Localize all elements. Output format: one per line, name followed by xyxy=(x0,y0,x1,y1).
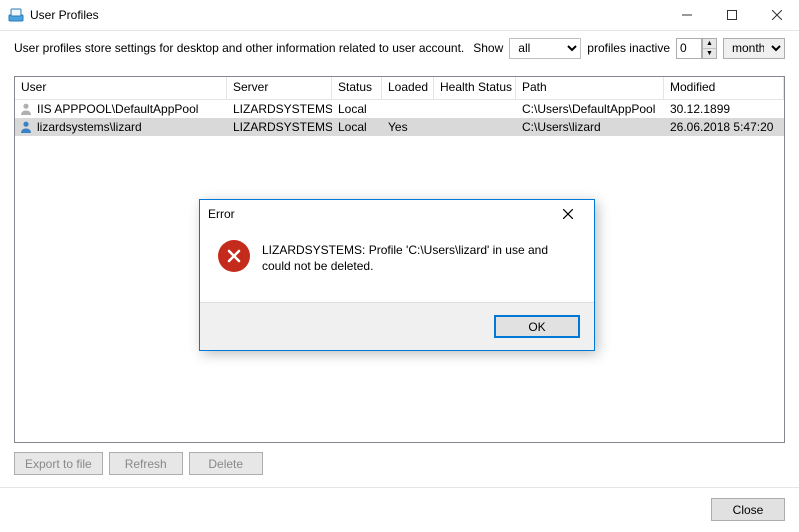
maximize-button[interactable] xyxy=(709,1,754,30)
delete-button[interactable]: Delete xyxy=(189,452,263,475)
column-server[interactable]: Server xyxy=(227,77,332,100)
inactive-input[interactable] xyxy=(676,38,702,59)
refresh-button[interactable]: Refresh xyxy=(109,452,183,475)
dialog-footer: OK xyxy=(200,302,594,350)
app-icon xyxy=(8,7,24,23)
window-controls xyxy=(664,1,799,30)
minimize-button[interactable] xyxy=(664,1,709,30)
cell-modified: 30.12.1899 xyxy=(664,102,784,116)
unit-select[interactable]: months xyxy=(723,38,785,59)
cell-server: LIZARDSYSTEMS xyxy=(227,120,332,134)
titlebar: User Profiles xyxy=(0,0,799,31)
column-user[interactable]: User xyxy=(15,77,227,100)
error-icon xyxy=(218,240,250,272)
export-button[interactable]: Export to file xyxy=(14,452,103,475)
cell-user-text: IIS APPPOOL\DefaultAppPool xyxy=(37,102,198,116)
spinner-up-icon[interactable]: ▲ xyxy=(703,39,716,48)
cell-status: Local xyxy=(332,120,382,134)
cell-user: lizardsystems\lizard xyxy=(15,120,227,134)
description-text: User profiles store settings for desktop… xyxy=(14,41,464,55)
column-loaded[interactable]: Loaded xyxy=(382,77,434,100)
cell-loaded: Yes xyxy=(382,120,434,134)
cell-user-text: lizardsystems\lizard xyxy=(37,120,142,134)
show-select[interactable]: all xyxy=(509,38,581,59)
close-icon xyxy=(563,209,573,219)
dialog-message: LIZARDSYSTEMS: Profile 'C:\Users\lizard'… xyxy=(262,240,576,294)
dialog-body: LIZARDSYSTEMS: Profile 'C:\Users\lizard'… xyxy=(200,228,594,302)
table-rows: IIS APPPOOL\DefaultAppPoolLIZARDSYSTEMSL… xyxy=(15,100,784,136)
action-button-row: Export to file Refresh Delete xyxy=(14,452,263,475)
cell-status: Local xyxy=(332,102,382,116)
cell-user: IIS APPPOOL\DefaultAppPool xyxy=(15,102,227,116)
column-health[interactable]: Health Status xyxy=(434,77,516,100)
user-icon-grey xyxy=(19,102,33,116)
dialog-ok-button[interactable]: OK xyxy=(494,315,580,338)
spinner-down-icon[interactable]: ▼ xyxy=(703,48,716,58)
close-button-row: Close xyxy=(711,498,785,521)
footer-divider xyxy=(0,487,799,488)
spinner-buttons[interactable]: ▲ ▼ xyxy=(702,38,717,59)
user-icon-blue xyxy=(19,120,33,134)
column-path[interactable]: Path xyxy=(516,77,664,100)
window-title: User Profiles xyxy=(30,8,99,22)
column-modified[interactable]: Modified xyxy=(664,77,784,100)
close-window-button[interactable] xyxy=(754,1,799,30)
dialog-title: Error xyxy=(208,207,235,221)
show-label: Show xyxy=(473,41,503,55)
error-dialog: Error LIZARDSYSTEMS: Profile 'C:\Users\l… xyxy=(199,199,595,351)
inactive-spinner[interactable]: ▲ ▼ xyxy=(676,38,717,59)
table-row[interactable]: lizardsystems\lizard LIZARDSYSTEMSLocalYe… xyxy=(15,118,784,136)
close-button[interactable]: Close xyxy=(711,498,785,521)
column-status[interactable]: Status xyxy=(332,77,382,100)
dialog-titlebar: Error xyxy=(200,200,594,228)
cell-modified: 26.06.2018 5:47:20 xyxy=(664,120,784,134)
cell-path: C:\Users\DefaultAppPool xyxy=(516,102,664,116)
cell-path: C:\Users\lizard xyxy=(516,120,664,134)
inactive-label: profiles inactive xyxy=(587,41,670,55)
table-header: User Server Status Loaded Health Status … xyxy=(15,77,784,100)
cell-server: LIZARDSYSTEMS xyxy=(227,102,332,116)
dialog-close-button[interactable] xyxy=(550,202,586,226)
filter-bar: User profiles store settings for desktop… xyxy=(0,31,799,65)
table-row[interactable]: IIS APPPOOL\DefaultAppPool LIZARDSYSTEMSL… xyxy=(15,100,784,118)
